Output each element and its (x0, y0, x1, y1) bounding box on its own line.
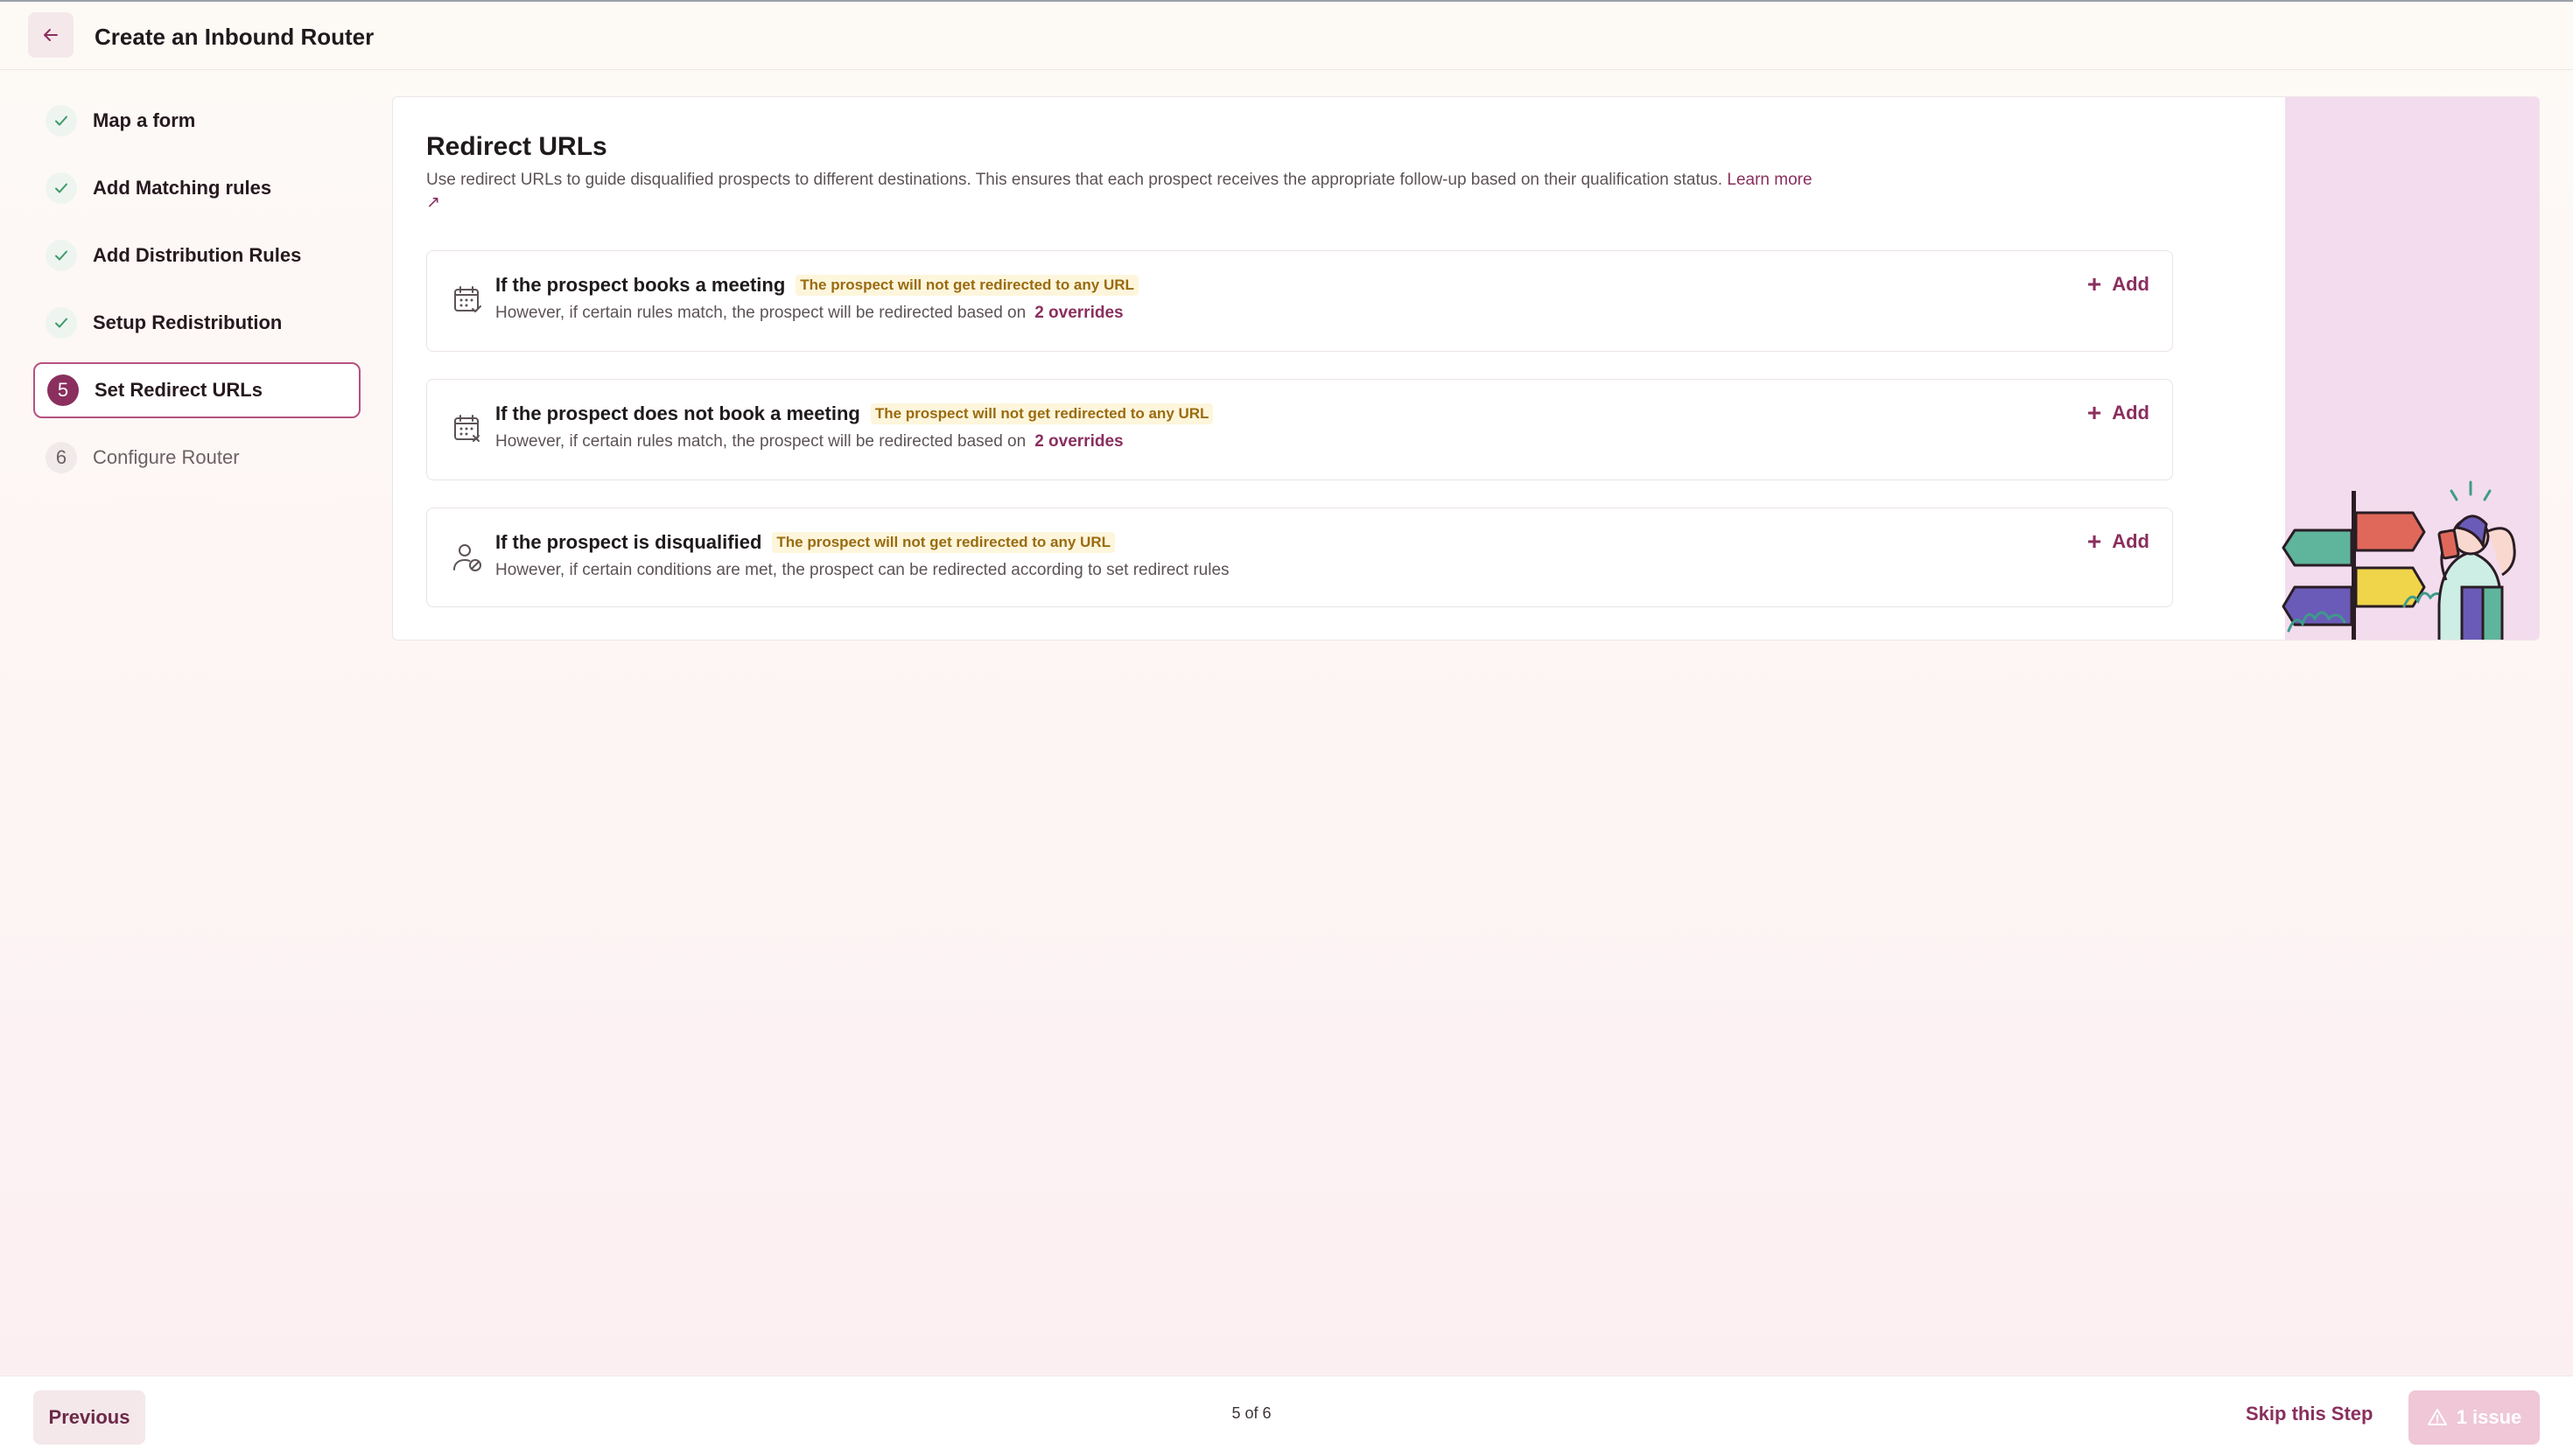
step-label: Add Distribution Rules (93, 244, 302, 266)
check-icon (46, 307, 77, 339)
check-icon (46, 240, 77, 271)
rule-no-meeting: If the prospect does not book a meeting … (426, 379, 2173, 480)
warning-icon (2427, 1409, 2447, 1425)
section-description: Use redirect URLs to guide disqualified … (426, 169, 1826, 214)
add-label: Add (2112, 273, 2149, 295)
plus-icon: + (2086, 399, 2102, 426)
rule-heading: If the prospect is disqualified (495, 531, 762, 553)
plus-icon: + (2086, 270, 2102, 298)
skip-step-button[interactable]: Skip this Step (2246, 1403, 2373, 1425)
calendar-x-icon (454, 415, 480, 442)
status-badge: The prospect will not get redirected to … (772, 532, 1115, 553)
add-label: Add (2112, 530, 2149, 552)
issues-button[interactable]: 1 issue (2408, 1390, 2540, 1445)
page-indicator: 5 of 6 (1231, 1404, 1272, 1422)
back-button[interactable] (28, 12, 74, 58)
rule-heading: If the prospect does not book a meeting (495, 402, 860, 424)
rule-subtext: However, if certain conditions are met, … (495, 561, 1230, 579)
overrides-link[interactable]: 2 overrides (1034, 432, 1123, 452)
check-icon (46, 105, 77, 136)
add-button[interactable]: + Add (2087, 529, 2149, 554)
plus-icon: + (2086, 528, 2102, 555)
calendar-check-icon (454, 286, 481, 312)
check-icon (46, 172, 77, 204)
add-button[interactable]: + Add (2087, 401, 2149, 425)
redirect-urls-card: Redirect URLs Use redirect URLs to guide… (392, 96, 2540, 640)
rule-subtext: However, if certain rules match, the pro… (495, 432, 1027, 451)
overrides-link[interactable]: 2 overrides (1034, 304, 1123, 323)
section-title: Redirect URLs (426, 132, 607, 161)
add-label: Add (2112, 402, 2149, 424)
footer-bar: Previous 5 of 6 Skip this Step 1 issue (0, 1376, 2573, 1456)
status-badge: The prospect will not get redirected to … (796, 275, 1139, 296)
step-number: 5 (47, 374, 79, 406)
issues-label: 1 issue (2456, 1406, 2522, 1428)
top-bar: Create an Inbound Router (0, 0, 2573, 70)
user-blocked-icon (453, 544, 481, 571)
description-text: Use redirect URLs to guide disqualified … (426, 171, 1723, 189)
rule-books-meeting: If the prospect books a meeting The pros… (426, 250, 2173, 352)
page-title: Create an Inbound Router (95, 24, 375, 50)
step-label: Map a form (93, 109, 196, 131)
step-add-distribution-rules[interactable]: Add Distribution Rules (33, 228, 361, 284)
step-add-matching-rules[interactable]: Add Matching rules (33, 160, 361, 216)
step-map-a-form[interactable]: Map a form (33, 93, 361, 149)
previous-button[interactable]: Previous (33, 1390, 145, 1445)
step-set-redirect-urls[interactable]: 5 Set Redirect URLs (33, 362, 361, 418)
arrow-left-icon (44, 29, 58, 41)
step-number: 6 (46, 442, 77, 473)
steps-sidebar: Map a form Add Matching rules Add Distri… (33, 93, 361, 497)
step-setup-redistribution[interactable]: Setup Redistribution (33, 295, 361, 351)
rule-heading: If the prospect books a meeting (495, 274, 786, 296)
step-configure-router[interactable]: 6 Configure Router (33, 430, 361, 486)
signpost-illustration (2282, 480, 2516, 640)
step-label: Setup Redistribution (93, 312, 283, 333)
step-label: Set Redirect URLs (95, 379, 263, 401)
rule-disqualified: If the prospect is disqualified The pros… (426, 508, 2173, 607)
step-label: Add Matching rules (93, 177, 272, 199)
add-button[interactable]: + Add (2087, 272, 2149, 297)
rule-subtext: However, if certain rules match, the pro… (495, 304, 1027, 322)
step-label: Configure Router (93, 446, 240, 468)
status-badge: The prospect will not get redirected to … (870, 403, 1214, 424)
